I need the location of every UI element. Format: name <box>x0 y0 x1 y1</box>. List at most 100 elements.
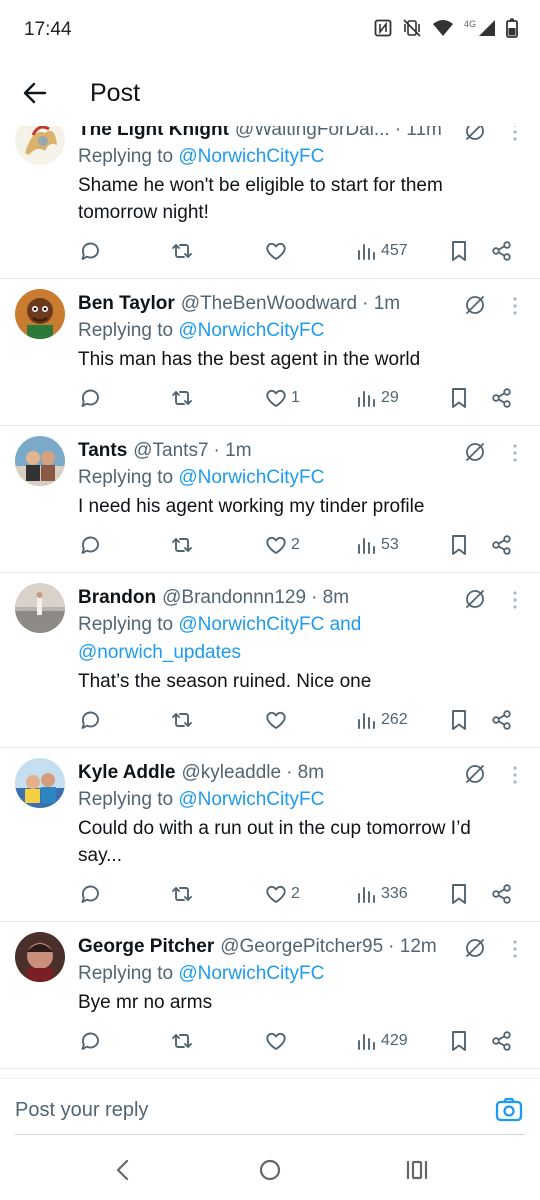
mention-link[interactable]: @NorwichCityFC <box>178 467 324 488</box>
avatar[interactable] <box>15 126 65 165</box>
reply-button[interactable] <box>78 708 102 732</box>
author-handle[interactable]: @GeorgePitcher95 <box>220 936 383 958</box>
nav-back-icon[interactable] <box>112 1158 134 1182</box>
like-button[interactable]: 2 <box>264 882 300 906</box>
camera-button[interactable] <box>494 1095 524 1125</box>
bookmark-button[interactable] <box>448 239 470 263</box>
bookmark-button[interactable] <box>448 708 470 732</box>
author-name[interactable]: Tants <box>78 440 127 462</box>
avatar[interactable] <box>15 436 65 486</box>
author-name[interactable]: Brandon <box>78 587 156 609</box>
mention-link[interactable]: @NorwichCityFC <box>178 146 324 167</box>
author-name[interactable]: Kyle Addle <box>78 762 176 784</box>
repost-button[interactable] <box>170 708 194 732</box>
repost-icon <box>172 391 192 405</box>
grok-icon[interactable] <box>464 937 486 959</box>
author-name[interactable]: George Pitcher <box>78 936 214 958</box>
reply-tweet[interactable]: Kyle Addle @kyleaddle · 8m Replying to @… <box>0 748 540 922</box>
grok-icon[interactable] <box>464 294 486 316</box>
mention-link[interactable]: @NorwichCityFC and <box>178 614 361 635</box>
author-handle[interactable]: @WaitingForDal... <box>235 126 390 141</box>
mention-link[interactable]: @NorwichCityFC <box>178 963 324 984</box>
reply-button[interactable] <box>78 239 102 263</box>
reply-tweet[interactable]: Ben Taylor @TheBenWoodward · 1m Replying… <box>0 279 540 426</box>
like-button[interactable]: 2 <box>264 533 300 557</box>
repost-button[interactable] <box>170 239 194 263</box>
mention-link[interactable]: @norwich_updates <box>78 642 241 663</box>
repost-button[interactable] <box>170 882 194 906</box>
replies-feed[interactable]: The Light Knight @WaitingForDal... · 11m… <box>0 126 540 1078</box>
avatar[interactable] <box>15 289 65 339</box>
mention-link[interactable]: @NorwichCityFC <box>178 789 324 810</box>
more-options-icon[interactable] <box>512 940 518 958</box>
share-button[interactable] <box>490 708 514 732</box>
tweet-time: · 12m <box>388 936 437 957</box>
tweet-time: · 8m <box>286 762 325 783</box>
repost-button[interactable] <box>170 533 194 557</box>
repost-button[interactable] <box>170 386 194 410</box>
nav-recents-icon[interactable] <box>404 1158 430 1182</box>
repost-button[interactable] <box>170 1029 194 1053</box>
share-button[interactable] <box>490 533 514 557</box>
author-name[interactable]: Ben Taylor <box>78 293 175 315</box>
reply-composer[interactable]: Post your reply <box>0 1078 540 1144</box>
replying-to: Replying to @NorwichCityFC <box>78 317 518 345</box>
like-button[interactable] <box>264 239 288 263</box>
nav-home-icon[interactable] <box>258 1158 282 1182</box>
like-button[interactable] <box>264 708 288 732</box>
more-options-icon[interactable] <box>512 126 518 141</box>
author-handle[interactable]: @Tants7 <box>133 440 208 462</box>
reply-input[interactable]: Post your reply <box>15 1099 148 1122</box>
reply-tweet[interactable]: George Pitcher @GeorgePitcher95 · 12m Re… <box>0 922 540 1069</box>
replying-to: Replying to @NorwichCityFC and <box>78 611 518 639</box>
mention-link[interactable]: @NorwichCityFC <box>178 320 324 341</box>
grok-icon[interactable] <box>464 588 486 610</box>
avatar[interactable] <box>15 758 65 808</box>
more-options-icon[interactable] <box>512 766 518 784</box>
views-button[interactable]: 457 <box>356 239 408 263</box>
views-button[interactable]: 429 <box>356 1029 408 1053</box>
grok-icon[interactable] <box>464 126 486 142</box>
reply-tweet[interactable]: NCFCZeb @NCFCZeb · 12m Replying to @Norw… <box>0 1069 540 1078</box>
bookmark-button[interactable] <box>448 1029 470 1053</box>
grok-icon[interactable] <box>464 763 486 785</box>
grok-icon[interactable] <box>464 441 486 463</box>
author-name[interactable]: The Light Knight <box>78 126 229 141</box>
reply-button[interactable] <box>78 533 102 557</box>
avatar[interactable] <box>15 583 65 633</box>
view-count: 457 <box>381 242 408 259</box>
reply-button[interactable] <box>78 882 102 906</box>
views-button[interactable]: 262 <box>356 708 408 732</box>
more-options-icon[interactable] <box>512 297 518 315</box>
reply-tweet[interactable]: The Light Knight @WaitingForDal... · 11m… <box>0 126 540 279</box>
author-handle[interactable]: @Brandonnn129 <box>162 587 306 609</box>
tweet-text: Could do with a run out in the cup tomor… <box>78 818 471 866</box>
reply-button[interactable] <box>78 1029 102 1053</box>
reply-tweet[interactable]: Tants @Tants7 · 1m Replying to @NorwichC… <box>0 426 540 573</box>
share-button[interactable] <box>490 1029 514 1053</box>
reply-button[interactable] <box>78 386 102 410</box>
reply-tweet[interactable]: Brandon @Brandonnn129 · 8m Replying to @… <box>0 573 540 748</box>
share-button[interactable] <box>490 386 514 410</box>
share-button[interactable] <box>490 239 514 263</box>
bookmark-button[interactable] <box>448 533 470 557</box>
share-button[interactable] <box>490 882 514 906</box>
like-button[interactable] <box>264 1029 288 1053</box>
more-options-icon[interactable] <box>512 444 518 462</box>
bookmark-button[interactable] <box>448 882 470 906</box>
like-count: 1 <box>291 389 300 406</box>
views-button[interactable]: 336 <box>356 882 408 906</box>
views-button[interactable]: 53 <box>356 533 399 557</box>
avatar[interactable] <box>15 932 65 982</box>
author-handle[interactable]: @TheBenWoodward <box>181 293 357 315</box>
analytics-icon <box>358 244 375 260</box>
like-button[interactable]: 1 <box>264 386 300 410</box>
back-button[interactable] <box>20 78 50 108</box>
views-button[interactable]: 29 <box>356 386 399 410</box>
reply-icon <box>81 389 99 407</box>
action-bar: 262 <box>78 695 518 747</box>
more-options-icon[interactable] <box>512 591 518 609</box>
author-handle[interactable]: @kyleaddle <box>182 762 282 784</box>
bookmark-icon <box>452 884 466 904</box>
bookmark-button[interactable] <box>448 386 470 410</box>
